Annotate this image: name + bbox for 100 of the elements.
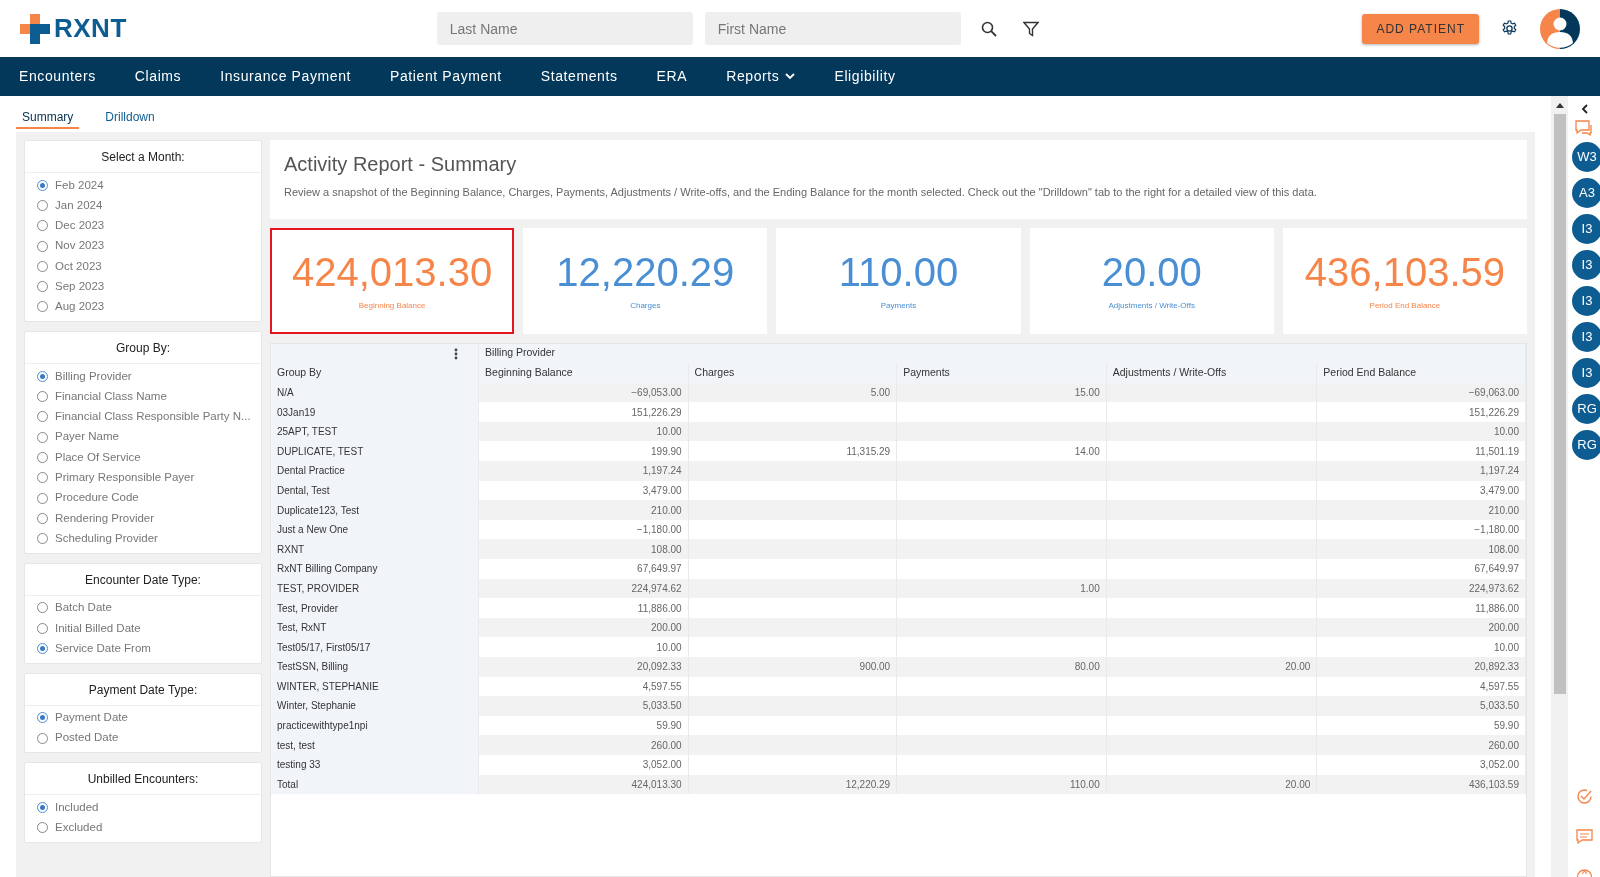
table-cell: 1.00 (896, 578, 1107, 599)
kebab-menu-icon[interactable] (454, 347, 459, 360)
table-cell: 20,892.33 (1316, 657, 1526, 677)
stat-value: 20.00 (1101, 249, 1202, 294)
radio-label[interactable]: Nov 2023 (55, 237, 105, 255)
stat-card[interactable]: 424,013.30 Beginning Balance (270, 227, 515, 334)
filter-icon[interactable] (1022, 20, 1039, 37)
radio-label[interactable]: Posted Date (55, 729, 119, 747)
table-cell: 1,197.24 (478, 461, 689, 481)
user-avatar[interactable]: I3 (1572, 322, 1600, 352)
radio-label[interactable]: Financial Class Name (55, 387, 167, 406)
stat-label: Charges (630, 299, 661, 312)
radio-label[interactable]: Aug 2023 (55, 298, 105, 316)
stat-card[interactable]: 12,220.29 Charges (523, 227, 768, 334)
tab[interactable]: Drilldown (99, 105, 161, 129)
table-cell: 260.00 (1316, 735, 1526, 755)
table-cell: 900.00 (688, 657, 897, 677)
radio-label[interactable]: Jan 2024 (55, 196, 103, 215)
nav-link[interactable]: Patient Payment (390, 66, 502, 87)
user-avatar[interactable]: I3 (1572, 214, 1600, 244)
row-label: testing 33 (271, 754, 479, 775)
row-label: Test, Provider (271, 598, 479, 618)
search-icon[interactable] (980, 20, 997, 37)
nav-link[interactable]: Eligibility (834, 66, 896, 87)
radio-label[interactable]: Scheduling Provider (55, 529, 158, 548)
radio-label[interactable]: Initial Billed Date (55, 619, 141, 637)
search-field[interactable]: First Name (704, 12, 961, 45)
chat-icon[interactable] (1575, 120, 1593, 136)
row-label: practicewithtype1npi (271, 715, 479, 736)
column-header[interactable]: Group By (271, 363, 479, 383)
column-header[interactable]: Beginning Balance (478, 363, 689, 383)
search-field[interactable]: Last Name (436, 12, 693, 45)
table-cell: 110.00 (896, 774, 1107, 795)
nav-link[interactable]: Insurance Payment (220, 66, 352, 87)
nav-link[interactable]: Reports (726, 66, 796, 87)
table-cell: 11,886.00 (1316, 598, 1526, 618)
table-cell: 5,033.50 (478, 696, 689, 716)
radio-label[interactable]: Payment Date (55, 709, 128, 727)
check-circle-icon[interactable] (1575, 788, 1593, 805)
user-avatar[interactable]: RG (1572, 394, 1600, 424)
user-avatar[interactable]: I3 (1572, 358, 1600, 388)
user-avatar[interactable]: A3 (1572, 178, 1600, 208)
table-cell: 10.00 (1316, 421, 1526, 442)
column-header[interactable]: Adjustments / Write-Offs (1106, 363, 1317, 383)
radio-label[interactable]: Oct 2023 (55, 257, 102, 275)
radio-label[interactable]: Service Date From (55, 639, 151, 658)
add-patient-button[interactable]: ADD PATIENT (1362, 13, 1479, 44)
row-label: Just a New One (271, 519, 479, 540)
radio-label[interactable]: Feb 2024 (55, 176, 104, 194)
row-label: Dental Practice (271, 461, 479, 481)
user-avatar[interactable]: W3 (1572, 142, 1600, 172)
user-avatar[interactable]: RG (1572, 430, 1600, 460)
chevron-left-icon[interactable] (1580, 104, 1588, 114)
radio-label[interactable]: Financial Class Responsible Party N... (55, 408, 251, 426)
table-cell: 20.00 (1106, 657, 1317, 677)
radio-label[interactable]: Primary Responsible Payer (55, 469, 195, 487)
column-header[interactable]: Charges (688, 363, 897, 383)
row-label: DUPLICATE, TEST (271, 441, 479, 462)
nav-link[interactable]: Claims (134, 66, 182, 87)
radio-label[interactable]: Batch Date (55, 599, 112, 617)
user-avatar-icon[interactable] (1540, 8, 1580, 49)
table-cell: 151,226.29 (1316, 402, 1526, 422)
message-icon[interactable] (1575, 829, 1593, 845)
table-cell: 436,103.59 (1316, 774, 1526, 795)
radio-label[interactable]: Place Of Service (55, 448, 141, 467)
user-avatar[interactable]: I3 (1572, 250, 1600, 280)
radio-label[interactable]: Dec 2023 (55, 217, 105, 235)
scroll-up-icon[interactable] (1555, 103, 1564, 108)
column-group-header: Billing Provider (478, 343, 1526, 364)
stat-card[interactable]: 20.00 Adjustments / Write-Offs (1029, 227, 1274, 334)
nav-link[interactable]: ERA (656, 66, 688, 87)
table-cell: 108.00 (1316, 539, 1526, 560)
column-header[interactable]: Period End Balance (1316, 363, 1526, 383)
row-label: 25APT, TEST (271, 421, 479, 442)
radio-label[interactable]: Payer Name (55, 428, 119, 446)
radio-label[interactable]: Included (55, 798, 99, 816)
scrollbar-thumb[interactable] (1553, 114, 1566, 694)
radio-label[interactable]: Billing Provider (55, 367, 132, 385)
radio-label[interactable]: Procedure Code (55, 489, 139, 507)
radio-label[interactable]: Sep 2023 (55, 278, 105, 296)
row-label: 03Jan19 (271, 402, 479, 422)
column-header[interactable]: Payments (896, 363, 1107, 383)
nav-link[interactable]: Encounters (19, 66, 96, 87)
table-cell: 11,886.00 (478, 598, 689, 618)
table-cell: 12,220.29 (688, 774, 897, 795)
table-cell: 67,649.97 (1316, 559, 1526, 579)
user-avatar[interactable]: I3 (1572, 286, 1600, 316)
stat-label: Beginning Balance (358, 299, 426, 312)
nav-link[interactable]: Statements (540, 66, 618, 87)
stat-card[interactable]: 110.00 Payments (776, 227, 1021, 334)
table-cell: 20.00 (1106, 774, 1317, 795)
table-cell: 5,033.50 (1316, 696, 1526, 716)
settings-icon[interactable] (1501, 20, 1518, 37)
radio-label[interactable]: Excluded (55, 819, 103, 837)
stat-card[interactable]: 436,103.59 Period End Balance (1282, 227, 1527, 334)
filter-title: Group By: (25, 332, 261, 365)
row-label: Test, RxNT (271, 617, 479, 638)
filter-title: Select a Month: (25, 141, 261, 173)
radio-label[interactable]: Rendering Provider (55, 509, 155, 527)
tab[interactable]: Summary (16, 105, 80, 129)
